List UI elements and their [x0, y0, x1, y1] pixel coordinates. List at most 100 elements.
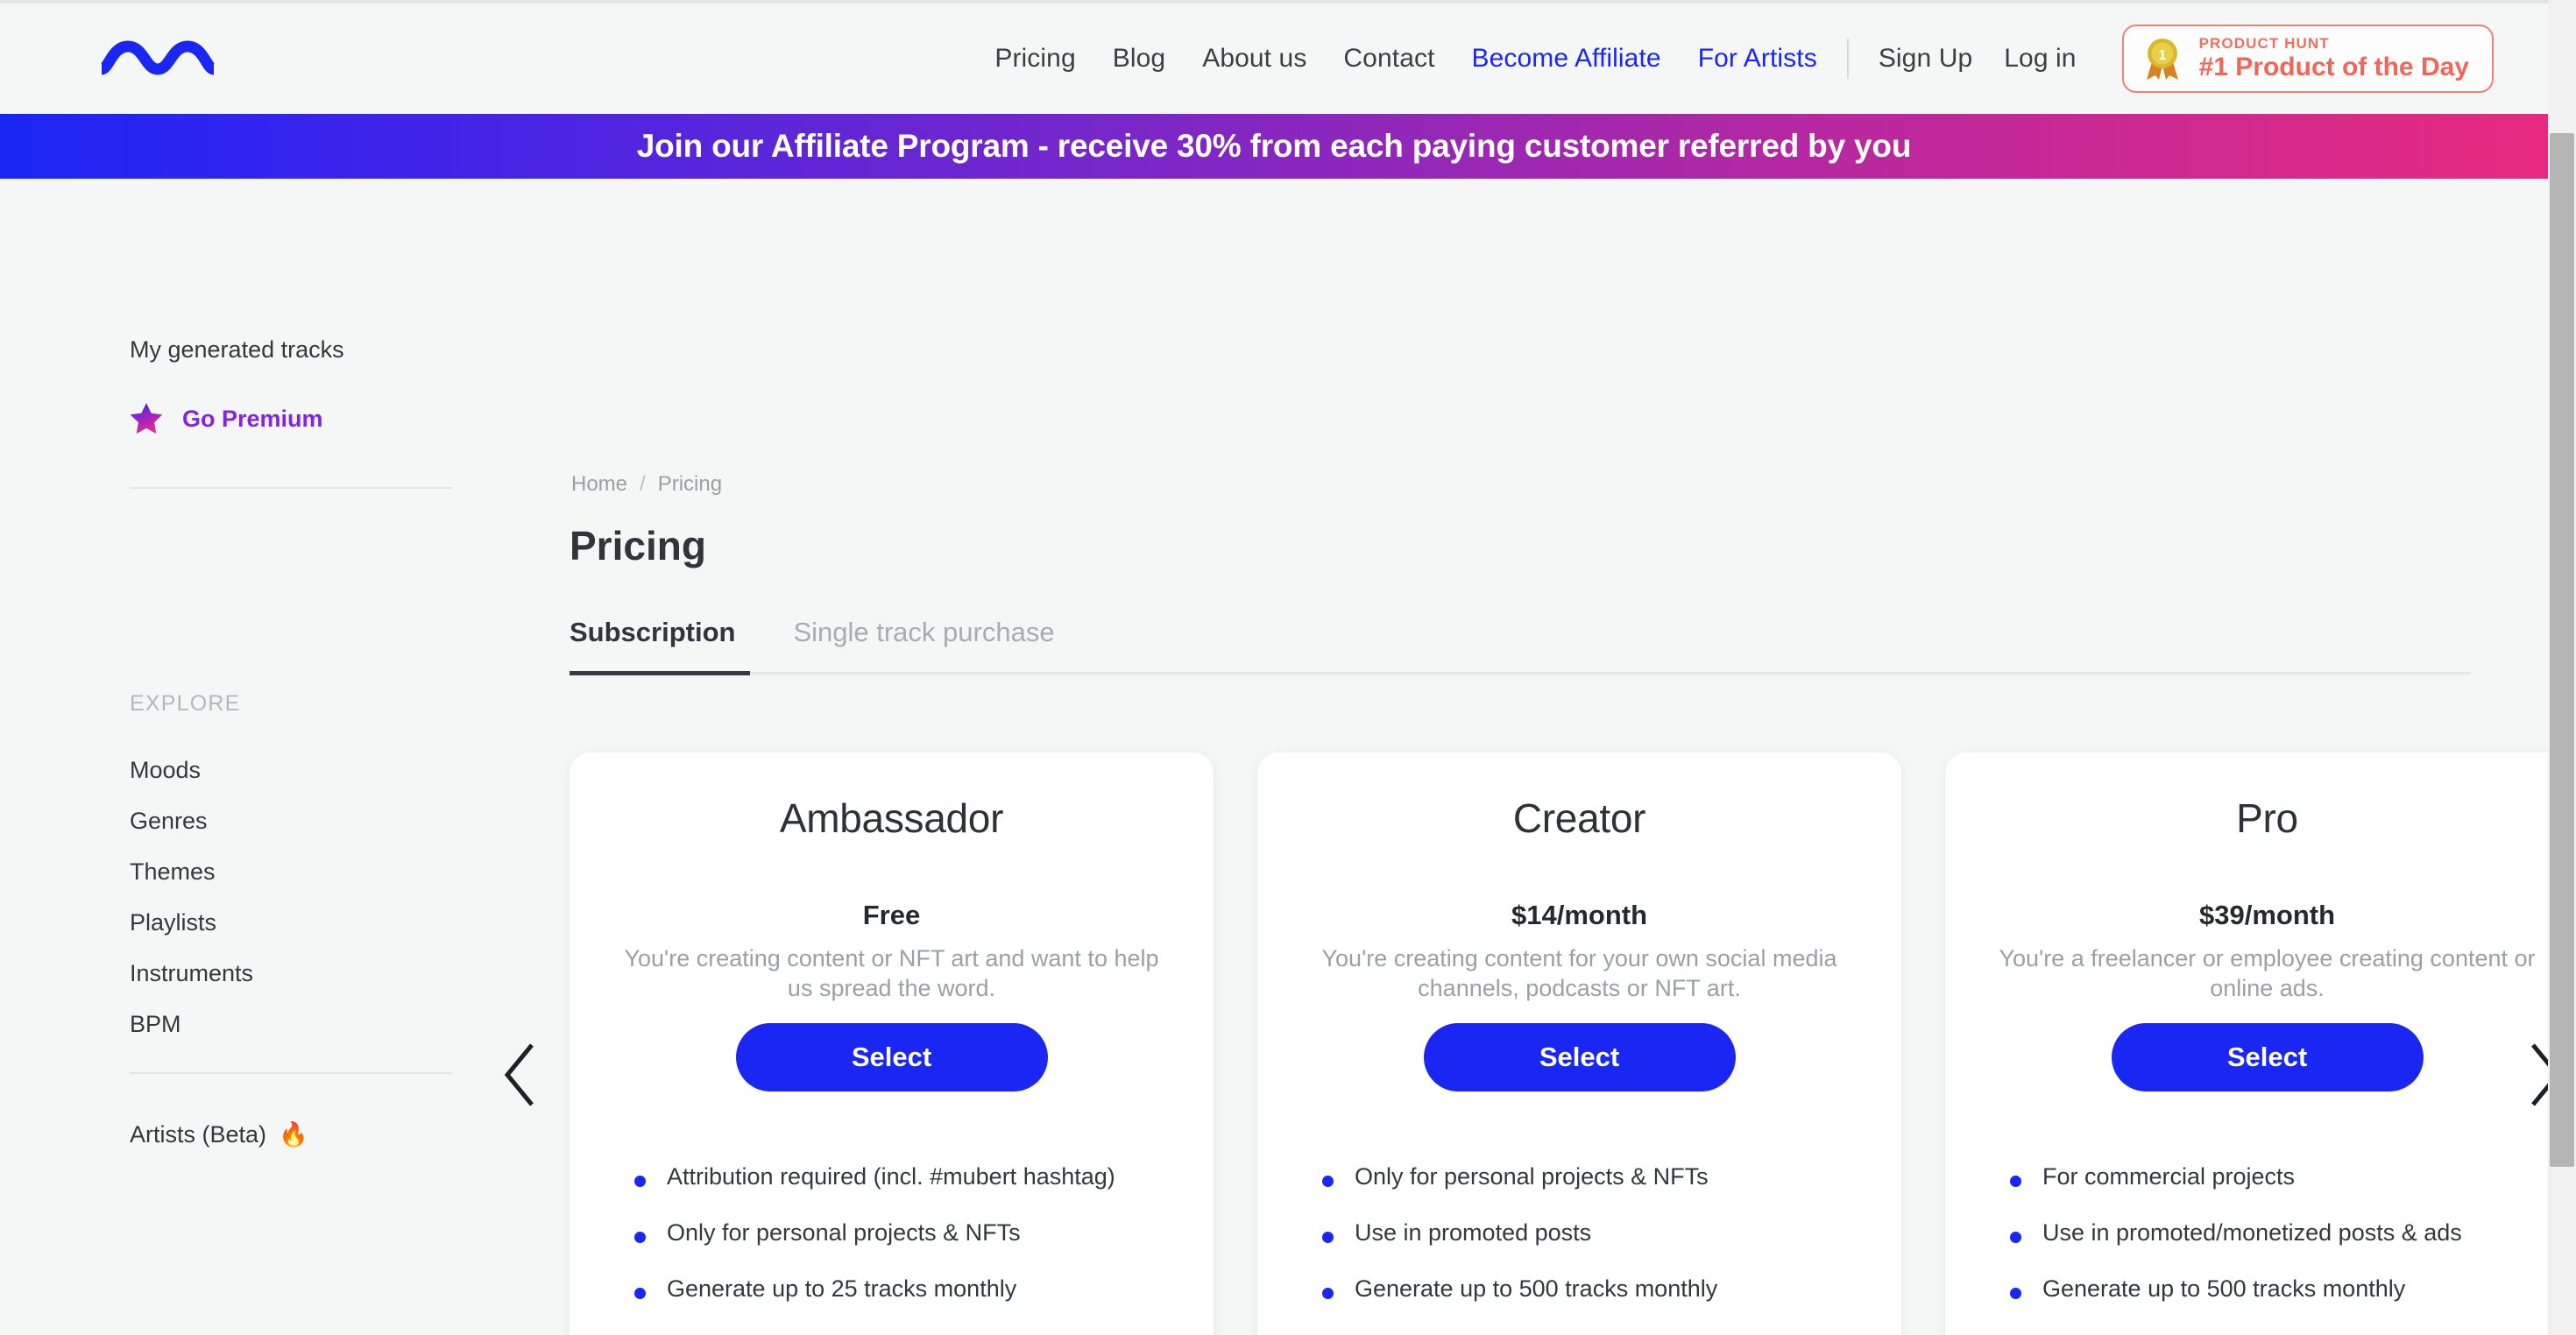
plan-name: Ambassador	[779, 795, 1004, 841]
plan-feature-list: Only for personal projects & NFTs Use in…	[1257, 1163, 1901, 1335]
fire-icon: 🔥	[279, 1121, 308, 1148]
pricing-cards: Ambassador Free You're creating content …	[570, 752, 2576, 1335]
nav-item-become-affiliate[interactable]: Become Affiliate	[1472, 44, 1661, 74]
bullet-icon	[2010, 1175, 2021, 1187]
list-item: MP3 format only	[634, 1331, 1214, 1335]
breadcrumb-separator: /	[640, 472, 646, 496]
tab-subscription[interactable]: Subscription	[570, 617, 735, 672]
svg-text:1: 1	[2158, 48, 2166, 63]
select-plan-button[interactable]: Select	[1423, 1022, 1736, 1091]
feature-text: Generate up to 25 tracks monthly	[667, 1275, 1017, 1302]
tab-single-track-purchase[interactable]: Single track purchase	[793, 617, 1054, 672]
pricing-tabs: Subscription Single track purchase	[570, 617, 2471, 675]
nav-item-pricing[interactable]: Pricing	[994, 44, 1075, 74]
pricing-card-creator: Creator $14/month You're creating conten…	[1257, 752, 1901, 1335]
bullet-icon	[1322, 1175, 1334, 1187]
bullet-icon	[634, 1287, 646, 1299]
feature-text: Only for personal projects & NFTs	[667, 1218, 1021, 1246]
main-content: Home / Pricing Pricing Subscription Sing…	[504, 179, 2576, 1335]
product-hunt-kicker: PRODUCT HUNT	[2198, 35, 2330, 53]
sidebar-item-moods[interactable]: Moods	[130, 757, 253, 784]
feature-text: MP3 format only	[667, 1331, 839, 1335]
feature-text: Lossless quality (.wav)	[2042, 1331, 2281, 1335]
sidebar-item-instruments[interactable]: Instruments	[130, 960, 253, 987]
sidebar-item-go-premium[interactable]: Go Premium	[130, 402, 323, 435]
list-item: Generate up to 500 tracks monthly	[2010, 1275, 2576, 1303]
tab-active-indicator	[570, 671, 750, 675]
page-scrollbar[interactable]	[2548, 0, 2576, 1335]
pricing-card-ambassador: Ambassador Free You're creating content …	[570, 752, 1214, 1335]
main-nav: Pricing Blog About us Contact Become Aff…	[994, 25, 2548, 93]
list-item: Use in promoted posts	[1322, 1219, 1901, 1247]
list-item: Only for personal projects & NFTs	[634, 1219, 1214, 1247]
list-item: Generate up to 500 tracks monthly	[1322, 1275, 1901, 1303]
product-hunt-badge[interactable]: 1 PRODUCT HUNT #1 Product of the Day	[2121, 25, 2494, 93]
list-item: Lossless quality (.wav)	[2010, 1331, 2576, 1335]
feature-text: Generate up to 500 tracks monthly	[2042, 1275, 2406, 1302]
sidebar-item-go-premium-label: Go Premium	[182, 405, 323, 432]
list-item: Lossless quality (.wav)	[1322, 1331, 1901, 1335]
plan-description: You're a freelancer or employee creating…	[1999, 945, 2536, 1002]
medal-icon: 1	[2141, 36, 2183, 81]
sidebar: My generated tracks Go Premium EXPLORE M…	[0, 179, 561, 1335]
breadcrumb: Home / Pricing	[571, 472, 722, 497]
bullet-icon	[2010, 1287, 2021, 1299]
plan-price: $39/month	[2198, 900, 2336, 930]
plan-feature-list: Attribution required (incl. #mubert hash…	[570, 1163, 1214, 1335]
sidebar-item-artists-label: Artists (Beta)	[130, 1121, 267, 1148]
breadcrumb-home[interactable]: Home	[571, 472, 627, 497]
sidebar-item-bpm[interactable]: BPM	[130, 1011, 253, 1038]
bullet-icon	[634, 1231, 646, 1243]
sidebar-item-themes[interactable]: Themes	[130, 858, 253, 886]
sidebar-item-artists-beta[interactable]: Artists (Beta) 🔥	[130, 1120, 308, 1148]
nav-item-blog[interactable]: Blog	[1113, 44, 1165, 74]
feature-text: For commercial projects	[2042, 1162, 2296, 1190]
sidebar-section-explore: EXPLORE	[130, 691, 241, 716]
feature-text: Use in promoted posts	[1355, 1218, 1592, 1246]
bullet-icon	[1322, 1231, 1334, 1243]
nav-item-about-us[interactable]: About us	[1202, 44, 1306, 74]
scrollbar-thumb[interactable]	[2550, 133, 2574, 1167]
select-plan-button[interactable]: Select	[2111, 1022, 2424, 1091]
sidebar-item-genres[interactable]: Genres	[130, 808, 253, 835]
plan-description: You're creating content or NFT art and w…	[624, 945, 1159, 1002]
nav-item-for-artists[interactable]: For Artists	[1698, 44, 1817, 74]
feature-text: Generate up to 500 tracks monthly	[1355, 1275, 1718, 1302]
breadcrumb-current[interactable]: Pricing	[658, 472, 722, 497]
feature-text: Only for personal projects & NFTs	[1355, 1162, 1709, 1190]
nav-divider	[1846, 39, 1849, 79]
sign-up-link[interactable]: Sign Up	[1879, 44, 1972, 74]
chevron-left-icon[interactable]	[502, 1042, 537, 1112]
list-item: Attribution required (incl. #mubert hash…	[634, 1163, 1214, 1190]
tab-underline-track	[570, 671, 2471, 675]
nav-item-contact[interactable]: Contact	[1343, 44, 1434, 74]
pricing-card-pro: Pro $39/month You're a freelancer or emp…	[1945, 752, 2576, 1335]
feature-text: Use in promoted/monetized posts & ads	[2042, 1218, 2462, 1246]
list-item: Only for personal projects & NFTs	[1322, 1163, 1901, 1190]
plan-description: You're creating content for your own soc…	[1321, 945, 1837, 1002]
affiliate-banner-text: Join our Affiliate Program - receive 30%…	[636, 128, 1912, 164]
list-item: For commercial projects	[2010, 1163, 2576, 1190]
page-body: My generated tracks Go Premium EXPLORE M…	[0, 179, 2576, 1335]
product-hunt-title: #1 Product of the Day	[2198, 53, 2469, 82]
page-title: Pricing	[570, 523, 706, 569]
sidebar-item-playlists[interactable]: Playlists	[130, 909, 253, 936]
list-item: Generate up to 25 tracks monthly	[634, 1275, 1214, 1303]
affiliate-banner[interactable]: Join our Affiliate Program - receive 30%…	[0, 114, 2548, 179]
sidebar-item-my-generated-tracks[interactable]: My generated tracks	[130, 336, 344, 364]
bullet-icon	[1322, 1287, 1334, 1299]
mubert-wave-logo[interactable]	[96, 34, 219, 83]
feature-text: Lossless quality (.wav)	[1355, 1331, 1593, 1335]
bullet-icon	[634, 1175, 646, 1187]
bullet-icon	[2010, 1231, 2021, 1243]
plan-price: Free	[862, 900, 921, 930]
plan-name: Pro	[2236, 795, 2298, 841]
feature-text: Attribution required (incl. #mubert hash…	[667, 1162, 1115, 1190]
sidebar-explore-list: Moods Genres Themes Playlists Instrument…	[130, 757, 253, 1062]
plan-price: $14/month	[1511, 900, 1648, 930]
sidebar-divider-bottom	[130, 1072, 452, 1074]
log-in-link[interactable]: Log in	[2004, 44, 2076, 74]
list-item: Use in promoted/monetized posts & ads	[2010, 1219, 2576, 1247]
select-plan-button[interactable]: Select	[735, 1022, 1048, 1091]
top-navigation-bar: Pricing Blog About us Contact Become Aff…	[0, 4, 2548, 114]
